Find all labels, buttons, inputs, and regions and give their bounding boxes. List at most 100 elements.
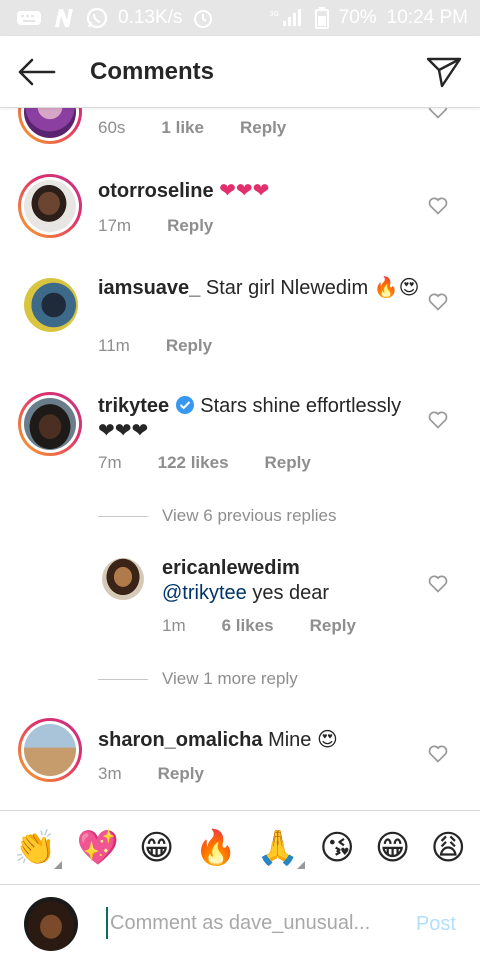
- back-arrow-icon: [18, 58, 56, 85]
- comment-item: iamsuave_ Star girl Nlewedim 🔥😍 11m Repl…: [0, 274, 480, 394]
- mention-link[interactable]: @trikytee: [162, 582, 247, 604]
- reply-button[interactable]: Reply: [240, 118, 286, 138]
- like-count[interactable]: 122 likes: [158, 453, 229, 473]
- comment-item: trikytee Stars shine effortlessly ❤❤❤ 7m…: [0, 390, 480, 490]
- keyboard-icon: [16, 9, 42, 27]
- grinning-face-emoji-button[interactable]: 😁: [139, 831, 174, 865]
- comment-message: Mine 😍: [268, 729, 338, 751]
- comment-item: 60s 1 like Reply: [0, 108, 480, 158]
- heart-icon[interactable]: [428, 410, 448, 430]
- comment-meta: 11m Reply: [98, 336, 212, 356]
- username[interactable]: ericanlewedim: [162, 557, 300, 579]
- comment-text: sharon_omalicha Mine 😍: [98, 728, 420, 753]
- emoji-glyph: 😁: [374, 827, 411, 868]
- avatar[interactable]: [102, 558, 144, 600]
- comments-list[interactable]: 60s 1 like Reply otorroseline ❤❤❤ 17m Re…: [0, 108, 480, 810]
- comment-composer: Post: [0, 884, 480, 960]
- clock: 10:24 PM: [386, 7, 468, 28]
- heart-icon[interactable]: [428, 574, 448, 594]
- reply-button[interactable]: Reply: [265, 453, 311, 473]
- view-previous-replies[interactable]: View 6 previous replies: [98, 506, 337, 526]
- username[interactable]: otorroseline: [98, 180, 214, 202]
- status-bar: 0.13K/s 3G 70% 10:24 PM: [0, 0, 480, 36]
- sparkling-heart-emoji-button[interactable]: 💖: [76, 831, 118, 865]
- divider-line: [98, 515, 148, 517]
- post-button[interactable]: Post: [416, 913, 456, 936]
- comments-header: Comments: [0, 36, 480, 108]
- comment-meta: 17m Reply: [98, 216, 213, 236]
- avatar[interactable]: [18, 174, 82, 238]
- comment-message: Star girl Nlewedim 🔥😍: [205, 277, 420, 299]
- alarm-icon: [192, 7, 214, 29]
- reply-button[interactable]: Reply: [167, 216, 213, 236]
- emoji-glyph: 😁: [138, 827, 175, 868]
- username[interactable]: iamsuave_: [98, 277, 200, 299]
- emoji-glyph: 😘: [319, 827, 355, 868]
- comment-meta: 3m Reply: [98, 764, 204, 784]
- reply-text: ericanlewedim @trikytee yes dear: [162, 556, 420, 606]
- comment-item: otorroseline ❤❤❤ 17m Reply: [0, 174, 480, 284]
- emoji-glyph: 🙏: [256, 827, 300, 868]
- like-count[interactable]: 1 like: [161, 118, 204, 138]
- clapping-hands-emoji-button[interactable]: 👏: [14, 827, 63, 869]
- username[interactable]: sharon_omalicha: [98, 729, 263, 751]
- reply-button[interactable]: Reply: [166, 336, 212, 356]
- comment-time: 1m: [162, 616, 186, 635]
- reply-button[interactable]: Reply: [158, 764, 204, 784]
- like-count[interactable]: 6 likes: [222, 616, 274, 636]
- paper-plane-icon: [426, 57, 462, 87]
- username[interactable]: trikytee: [98, 395, 169, 417]
- comment-item: sharon_omalicha Mine 😍 3m Reply: [0, 716, 480, 806]
- svg-text:3G: 3G: [269, 10, 279, 18]
- divider-line: [98, 678, 148, 680]
- verified-badge-icon: [175, 396, 194, 414]
- comment-input[interactable]: [106, 907, 396, 939]
- emoji-glyph: 🔥: [194, 827, 237, 868]
- comment-time: 11m: [98, 336, 130, 355]
- reply-meta: 1m 6 likes Reply: [162, 616, 356, 636]
- comment-text: otorroseline ❤❤❤: [98, 179, 420, 204]
- reply-button[interactable]: Reply: [310, 616, 356, 636]
- battery-icon: [314, 7, 329, 29]
- folded-hands-emoji-button[interactable]: 🙏: [256, 827, 306, 869]
- comment-time: 3m: [98, 764, 122, 783]
- emoji-glyph: 👏: [14, 827, 57, 868]
- kissing-face-emoji-button[interactable]: 😘: [319, 831, 354, 865]
- avatar[interactable]: [18, 108, 82, 144]
- current-user-avatar: [24, 897, 78, 951]
- comment-time: 60s: [98, 118, 126, 137]
- fire-emoji-button[interactable]: 🔥: [194, 831, 236, 865]
- n-app-icon: [52, 7, 76, 29]
- comment-text: trikytee Stars shine effortlessly ❤❤❤: [98, 394, 420, 444]
- view-more-label: View 1 more reply: [162, 669, 298, 688]
- emoji-glyph: 💖: [76, 827, 119, 868]
- grinning-face-emoji-button-2[interactable]: 😁: [375, 831, 410, 865]
- heart-icon[interactable]: [428, 108, 448, 120]
- view-previous-label: View 6 previous replies: [162, 506, 337, 525]
- network-speed: 0.13K/s: [118, 7, 183, 28]
- whatsapp-icon: [86, 7, 108, 29]
- battery-level: 70%: [338, 7, 377, 28]
- comment-meta: 60s 1 like Reply: [98, 118, 286, 138]
- back-button[interactable]: [0, 36, 72, 108]
- page-title: Comments: [90, 57, 215, 85]
- avatar[interactable]: [18, 718, 82, 782]
- share-button[interactable]: [408, 36, 480, 108]
- reply-item: ericanlewedim @trikytee yes dear 1m 6 li…: [0, 556, 480, 656]
- emoji-glyph: 😩: [430, 827, 466, 868]
- heart-icon[interactable]: [428, 292, 448, 312]
- heart-icon[interactable]: [428, 196, 448, 216]
- signal-icon: 3G: [269, 8, 305, 28]
- comment-meta: 7m 122 likes Reply: [98, 453, 311, 473]
- reply-message: yes dear: [246, 582, 330, 604]
- avatar[interactable]: [18, 392, 82, 456]
- weary-face-emoji-button[interactable]: 😩: [430, 831, 465, 865]
- view-more-replies[interactable]: View 1 more reply: [98, 669, 298, 689]
- comment-message: ❤❤❤: [219, 180, 270, 202]
- avatar[interactable]: [24, 278, 78, 332]
- comment-time: 17m: [98, 216, 132, 235]
- emoji-quick-bar: 👏 💖 😁 🔥 🙏 😘 😁 😩: [0, 810, 480, 884]
- comment-time: 7m: [98, 453, 122, 472]
- comment-text: iamsuave_ Star girl Nlewedim 🔥😍: [98, 276, 420, 301]
- heart-icon[interactable]: [428, 744, 448, 764]
